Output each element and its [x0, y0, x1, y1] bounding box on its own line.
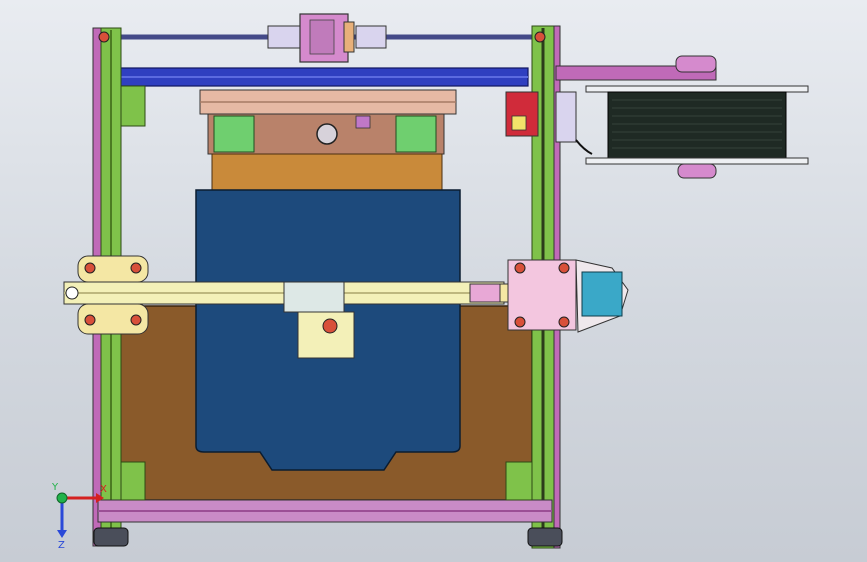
corner-bracket-bl[interactable]	[120, 461, 146, 501]
print-head-mount[interactable]	[283, 281, 345, 313]
triad-y-axis	[56, 492, 68, 504]
rod-coupler-left[interactable]	[267, 25, 301, 49]
cad-viewport[interactable]	[0, 0, 867, 562]
corner-bracket-tl[interactable]	[120, 85, 146, 127]
spool-hub-top[interactable]	[675, 55, 717, 73]
extruder-bracket[interactable]	[555, 91, 577, 143]
triad-label-y: Y	[51, 482, 59, 493]
view-triad: Y X Z	[51, 482, 107, 550]
print-head[interactable]	[297, 311, 355, 359]
x-stepper-motor[interactable]	[581, 271, 623, 317]
corner-bracket-br[interactable]	[505, 461, 533, 501]
bearing-block-left[interactable]	[213, 115, 255, 153]
triad-label-z: Z	[58, 540, 65, 550]
bearing-block-right[interactable]	[395, 115, 437, 153]
spool-flange-top[interactable]	[585, 85, 809, 93]
spool-hub-bottom[interactable]	[677, 163, 717, 179]
rod-coupler-right[interactable]	[355, 25, 387, 49]
triad-label-x: X	[100, 484, 107, 495]
center-nut[interactable]	[316, 123, 338, 145]
spool-flange-bottom[interactable]	[585, 157, 809, 165]
carriage-orange-plate[interactable]	[211, 153, 443, 191]
foot-right[interactable]	[527, 527, 563, 547]
nozzle[interactable]	[322, 318, 338, 334]
